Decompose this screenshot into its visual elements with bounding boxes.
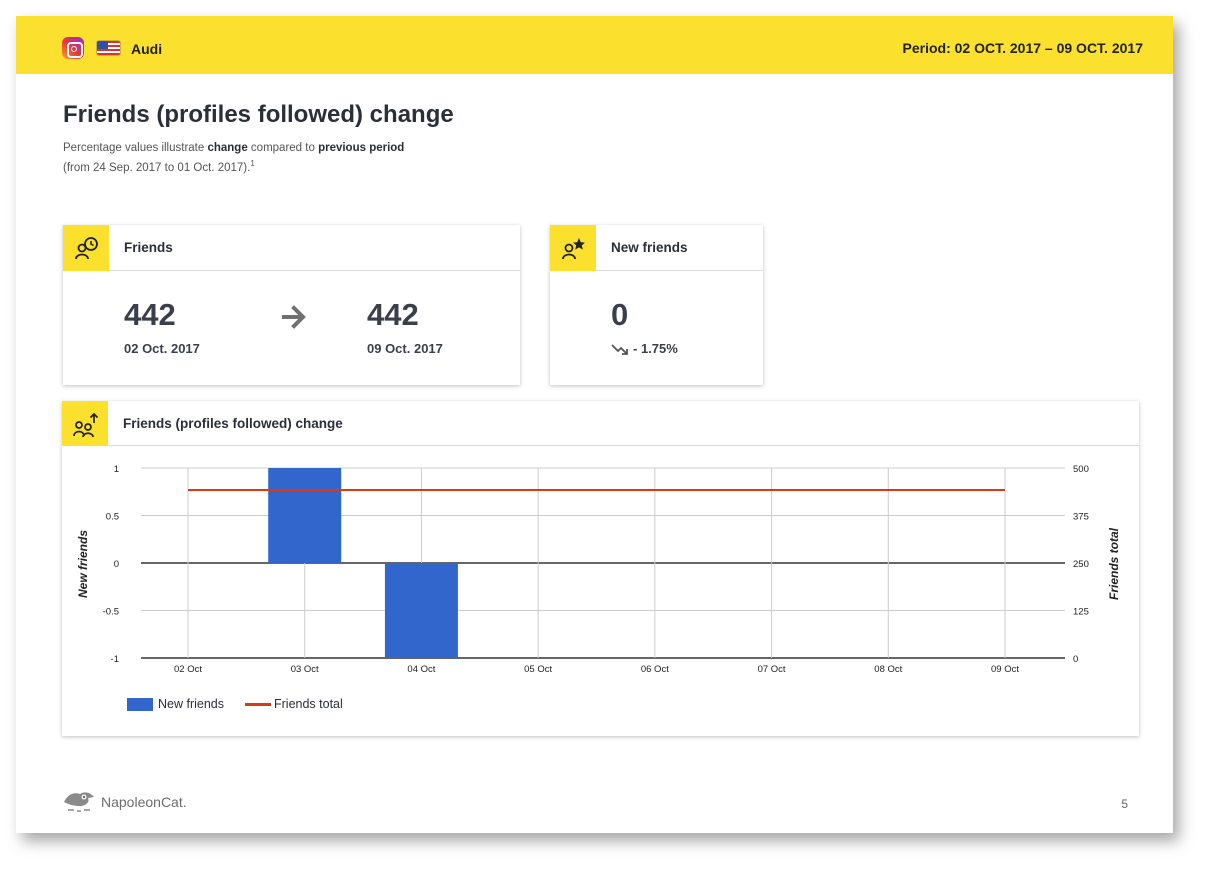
header-bar: Audi Period: 02 OCT. 2017 – 09 OCT. 2017 [16,16,1173,74]
x-tick-label: 05 Oct [524,664,552,675]
legend-new-friends: New friends [158,697,224,711]
x-tick-label: 04 Oct [407,664,435,675]
x-tick-label: 08 Oct [874,664,902,675]
user-star-icon [550,225,596,271]
friends-to-value: 442 [367,297,419,332]
y2-axis-label: Friends total [1107,527,1121,600]
footnote-marker: 1 [250,159,255,168]
chart-ticks: 1 0.5 0 -0.5 -1 500 375 250 125 0 02 Oct 03 Oct 04 O… [103,464,1089,675]
subtitle-bold-change: change [207,142,248,154]
users-up-icon [62,401,108,446]
legend-swatch-friends-total [245,703,271,706]
friends-from-value: 442 [124,297,176,332]
arrow-right-icon [282,305,306,329]
card-title: New friends [611,240,688,255]
subtitle-range: (from 24 Sep. 2017 to 01 Oct. 2017). [63,161,251,174]
napoleoncat-logo-icon [64,792,94,812]
subtitle-text: Percentage values illustrate [63,142,208,154]
card-header: New friends [550,225,763,271]
y-tick-label: 0.5 [106,512,119,523]
page-title: Friends (profiles followed) change [63,101,454,128]
y2-tick-label: 125 [1073,607,1089,618]
chart-card: Friends (profiles followed) change 1 0.5 0… [62,401,1139,736]
y2-tick-label: 500 [1073,464,1089,475]
friends-change-chart: 1 0.5 0 -0.5 -1 500 375 250 125 0 02 Oct 03 Oct 04 O… [76,464,1121,675]
y-tick-label: -0.5 [103,607,119,618]
x-tick-label: 06 Oct [641,664,669,675]
legend-friends-total: Friends total [274,697,343,711]
x-tick-label: 02 Oct [174,664,202,675]
instagram-icon [62,37,84,59]
bar-04-oct [384,563,458,658]
y2-tick-label: 0 [1073,654,1078,665]
x-tick-label: 03 Oct [291,664,319,675]
new-friends-card: New friends 0 - 1.75% [550,225,763,385]
subtitle-bold-period: previous period [318,142,405,154]
y-tick-label: -1 [111,654,119,665]
subtitle-text: compared to [247,142,319,154]
trend-down-icon [611,344,628,355]
card-title: Friends (profiles followed) change [123,416,343,431]
y2-tick-label: 250 [1073,559,1089,570]
x-tick-label: 07 Oct [758,664,786,675]
page-subtitle: Percentage values illustrate change comp… [63,141,404,176]
footer-brand: NapoleonCat. [101,794,187,810]
friends-card: Friends 442 02 Oct. 2017 442 09 Oct. 201… [63,225,520,385]
y-tick-label: 1 [114,464,119,475]
card-header: Friends (profiles followed) change [62,401,1139,446]
legend-swatch-new-friends [127,698,153,711]
new-friends-value: 0 [611,297,629,332]
bar-03-oct [268,468,342,563]
card-header: Friends [63,225,520,271]
friends-from-date: 02 Oct. 2017 [124,341,200,356]
report-period: Period: 02 OCT. 2017 – 09 OCT. 2017 [902,40,1143,56]
user-clock-icon [63,225,109,271]
new-friends-change: - 1.75% [633,341,678,356]
brand-name: Audi [131,41,163,57]
y-tick-label: 0 [114,559,119,570]
y2-tick-label: 375 [1073,512,1089,523]
report-page: Audi Period: 02 OCT. 2017 – 09 OCT. 2017… [16,16,1173,833]
y-axis-label: New friends [76,530,90,598]
friends-to-date: 09 Oct. 2017 [367,341,443,356]
x-tick-label: 09 Oct [991,664,1019,675]
us-flag-icon [96,40,121,56]
page-number: 5 [1121,797,1128,811]
card-title: Friends [124,240,173,255]
